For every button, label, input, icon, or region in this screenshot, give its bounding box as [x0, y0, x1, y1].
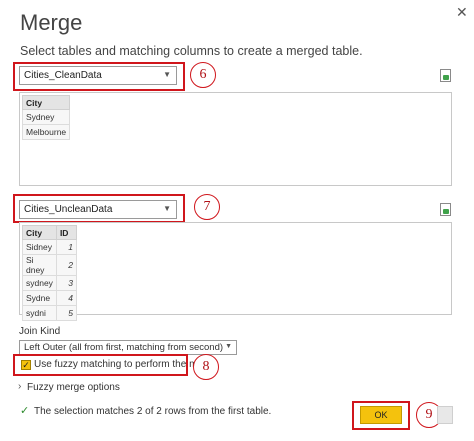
join-kind-dropdown[interactable]: Left Outer (all from first, matching fro…: [19, 340, 237, 355]
table-cell: sydney: [22, 275, 57, 291]
table-cell: sydni: [22, 305, 57, 321]
annotation-marker-6: 6: [190, 62, 216, 88]
table-cell: Sidney: [22, 239, 57, 255]
file-icon[interactable]: [440, 69, 451, 82]
chevron-down-icon: ▼: [225, 343, 232, 350]
chevron-right-icon[interactable]: ›: [18, 381, 21, 392]
table-cell: 2: [55, 254, 77, 276]
column-header[interactable]: City: [21, 95, 71, 110]
join-kind-label: Join Kind: [19, 326, 61, 337]
table-row: sydney 3: [22, 275, 77, 291]
table-row: sydni 5: [22, 305, 77, 321]
table-cell: Sydney: [21, 109, 71, 125]
annotation-marker-8: 8: [193, 354, 219, 380]
table-cell: Si dney: [22, 254, 57, 276]
table2-preview: City ID Sidney 1 Si dney 2 sydney 3 Sydne 4 …: [19, 222, 452, 321]
cancel-button[interactable]: [437, 406, 453, 424]
table-row: Sydney: [21, 109, 71, 125]
table-cell: 5: [55, 305, 77, 321]
annotation-marker-7: 7: [194, 194, 220, 220]
column-header[interactable]: City: [22, 225, 57, 240]
match-status-text: The selection matches 2 of 2 rows from t…: [34, 406, 272, 417]
file-icon[interactable]: [440, 203, 451, 216]
table-row: Si dney 2: [22, 254, 77, 276]
table-cell: 1: [55, 239, 77, 255]
checkmark-icon: ✓: [20, 405, 30, 417]
table-row: Sidney 1: [22, 239, 77, 255]
table-cell: 4: [55, 290, 77, 306]
table1-preview: City Sydney Melbourne: [19, 92, 452, 186]
table-row: Melbourne: [21, 124, 71, 140]
annotation-box-7: [13, 194, 185, 223]
annotation-box-9: [352, 401, 410, 430]
table1-grid: City Sydney Melbourne: [21, 95, 71, 140]
table-cell: Melbourne: [21, 124, 71, 140]
table-cell: Sydne: [22, 290, 57, 306]
join-kind-value: Left Outer (all from first, matching fro…: [24, 342, 224, 353]
close-icon[interactable]: ✕: [456, 4, 468, 21]
table-header-row: City ID: [22, 225, 77, 240]
annotation-box-6: [13, 62, 185, 91]
annotation-box-8: [13, 354, 188, 376]
table-header-row: City: [21, 95, 71, 110]
table-row: Sydne 4: [22, 290, 77, 306]
table-cell: 3: [55, 275, 77, 291]
column-header[interactable]: ID: [55, 225, 77, 240]
dialog-title: Merge: [20, 10, 83, 35]
table2-grid: City ID Sidney 1 Si dney 2 sydney 3 Sydne 4 …: [22, 225, 77, 321]
dialog-subtitle: Select tables and matching columns to cr…: [20, 44, 363, 58]
fuzzy-merge-options-toggle[interactable]: Fuzzy merge options: [27, 382, 120, 393]
